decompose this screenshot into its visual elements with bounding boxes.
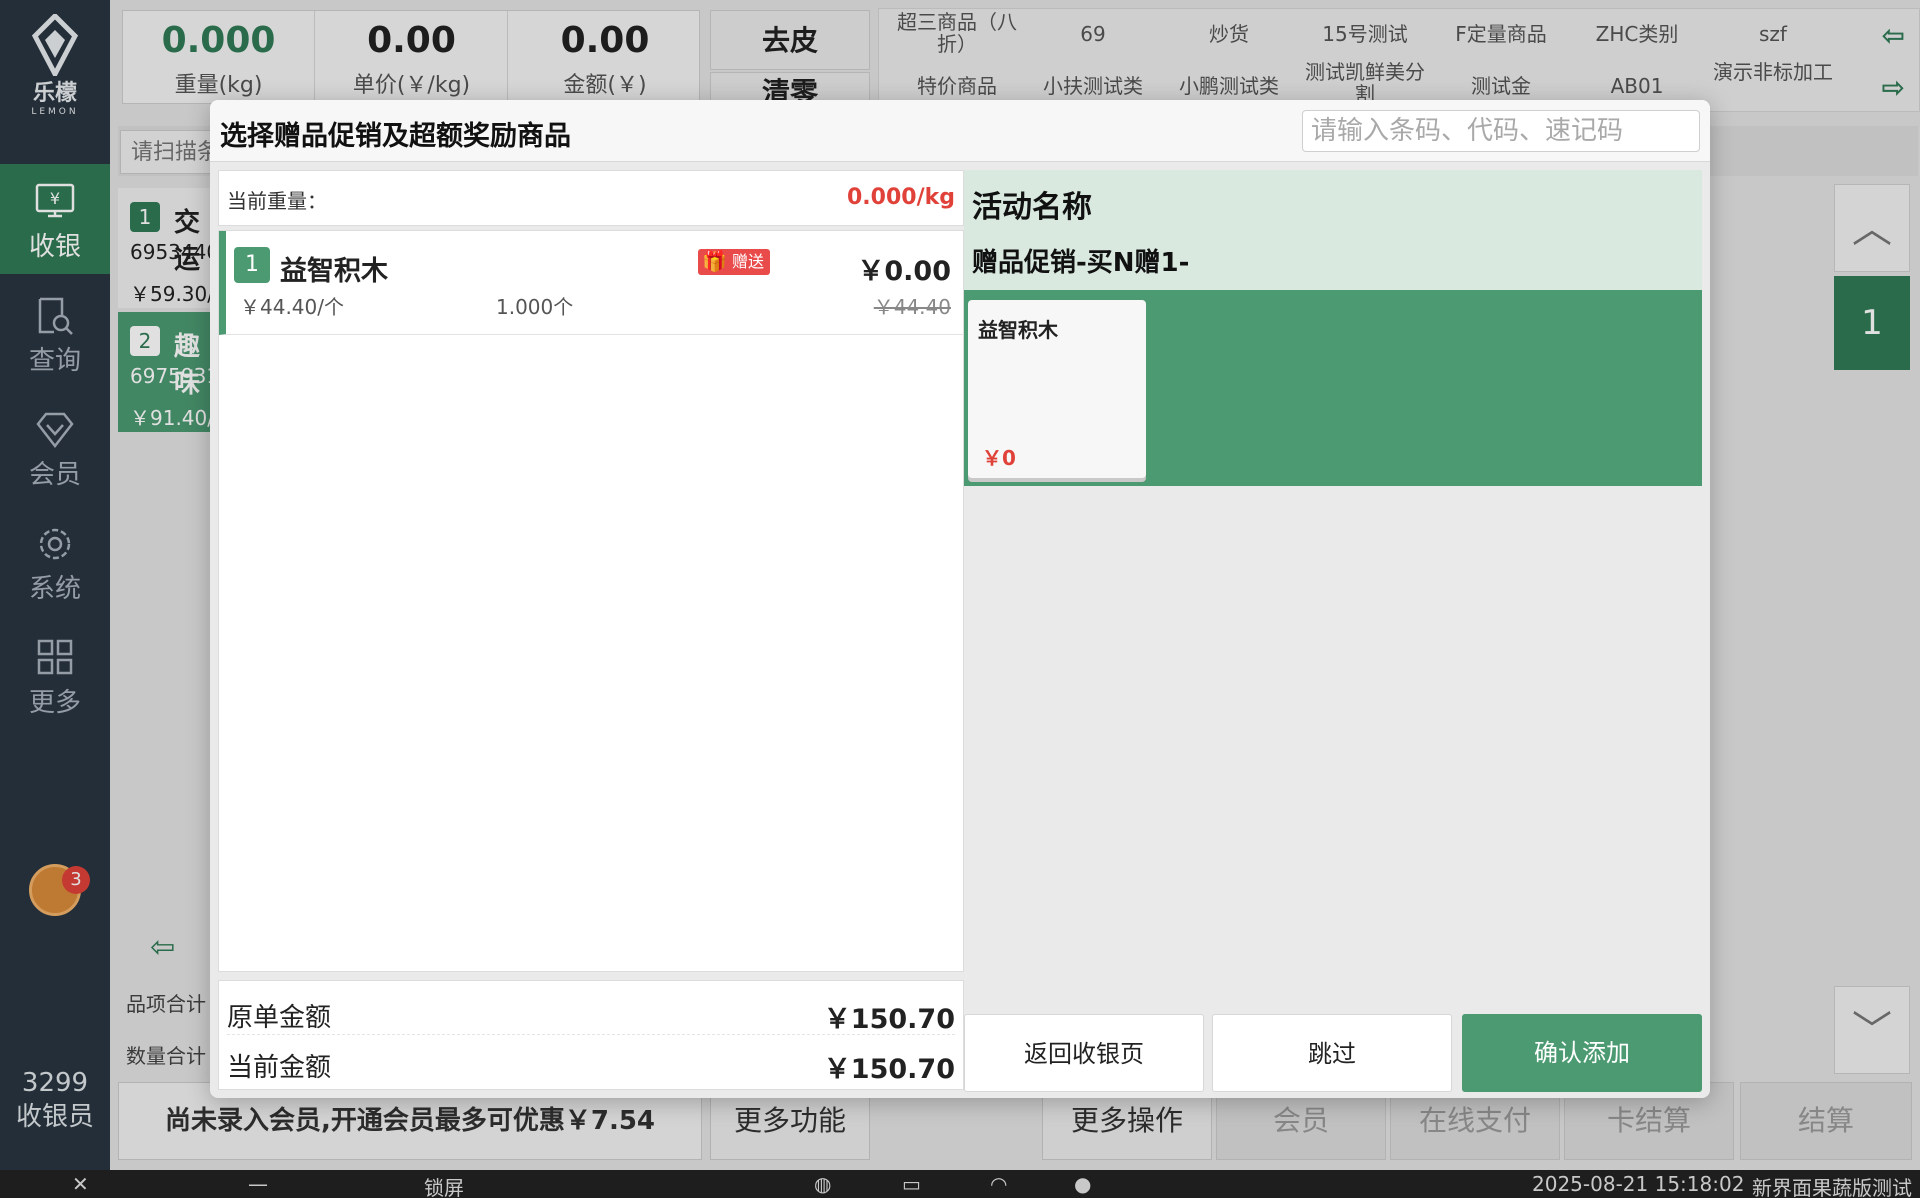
current-amount-label: 当前金额 xyxy=(227,1053,332,1083)
current-amount-row: 当前金额 ￥150.70 xyxy=(227,1037,955,1085)
activity-title: 活动名称 xyxy=(972,190,1092,225)
gift-item-list: 1 益智积木 🎁 赠送 ￥0.00 ￥44.40/个 1.000个 ￥44.40 xyxy=(218,230,964,972)
lock-screen-button[interactable]: 锁屏 xyxy=(424,1172,464,1198)
gift-option-name: 益智积木 xyxy=(978,318,1058,342)
back-to-cashier-button[interactable]: 返回收银页 xyxy=(964,1014,1204,1092)
gift-item-name: 益智积木 xyxy=(280,256,388,287)
status-bar: ✕ — 锁屏 ◍ ▭ ◠ ● 2025-08-21 15:18:02 新界面果蔬… xyxy=(0,1170,1920,1198)
gift-option-card[interactable]: 益智积木 ￥0 xyxy=(968,300,1146,478)
store-name: 新界面果蔬版测试 xyxy=(1752,1176,1912,1198)
confirm-add-button[interactable]: 确认添加 xyxy=(1462,1014,1702,1092)
gift-item-original-price: ￥44.40 xyxy=(873,295,951,319)
gift-item-unit-price: ￥44.40/个 xyxy=(240,295,344,319)
original-amount-row: 原单金额 ￥150.70 xyxy=(227,987,955,1035)
amount-summary: 原单金额 ￥150.70 当前金额 ￥150.70 xyxy=(218,980,964,1090)
activity-name: 赠品促销-买N赠1- xyxy=(972,248,1190,278)
barcode-search-input[interactable] xyxy=(1302,110,1700,152)
promotion-activity-panel: 活动名称 赠品促销-买N赠1- 益智积木 ￥0 xyxy=(964,170,1702,486)
gift-item-price: ￥0.00 xyxy=(857,256,951,287)
monitor-icon: ▭ xyxy=(902,1172,921,1196)
gift-box-icon: 🎁 xyxy=(702,249,727,273)
gift-tag-label: 赠送 xyxy=(732,252,765,271)
gift-tag: 🎁 赠送 xyxy=(698,249,771,275)
dialog-title: 选择赠品促销及超额奖励商品 xyxy=(220,121,571,152)
gift-promotion-dialog: 选择赠品促销及超额奖励商品 当前重量： 0.000/kg 1 益智积木 🎁 赠送… xyxy=(210,100,1710,1098)
gift-option-price: ￥0 xyxy=(982,446,1016,470)
current-weight-value: 0.000/kg xyxy=(846,185,955,210)
close-icon[interactable]: ✕ xyxy=(72,1172,89,1196)
original-amount-value: ￥150.70 xyxy=(823,1004,955,1035)
gift-item-index: 1 xyxy=(234,247,270,283)
current-amount-value: ￥150.70 xyxy=(823,1054,955,1085)
original-amount-label: 原单金额 xyxy=(227,1003,332,1033)
activity-header: 活动名称 赠品促销-买N赠1- xyxy=(964,170,1702,290)
wifi-icon: ◠ xyxy=(990,1172,1008,1196)
dialog-header: 选择赠品促销及超额奖励商品 xyxy=(210,100,1710,162)
gift-item-quantity: 1.000个 xyxy=(496,295,574,319)
status-dot-icon: ● xyxy=(1074,1172,1092,1196)
network-globe-icon: ◍ xyxy=(814,1172,832,1196)
skip-button[interactable]: 跳过 xyxy=(1212,1014,1452,1092)
current-weight-bar: 当前重量： 0.000/kg xyxy=(218,170,964,226)
gift-item-row[interactable]: 1 益智积木 🎁 赠送 ￥0.00 ￥44.40/个 1.000个 ￥44.40 xyxy=(219,231,963,335)
minimize-icon[interactable]: — xyxy=(248,1172,268,1196)
current-weight-label: 当前重量： xyxy=(227,189,327,213)
datetime: 2025-08-21 15:18:02 xyxy=(1532,1172,1745,1196)
